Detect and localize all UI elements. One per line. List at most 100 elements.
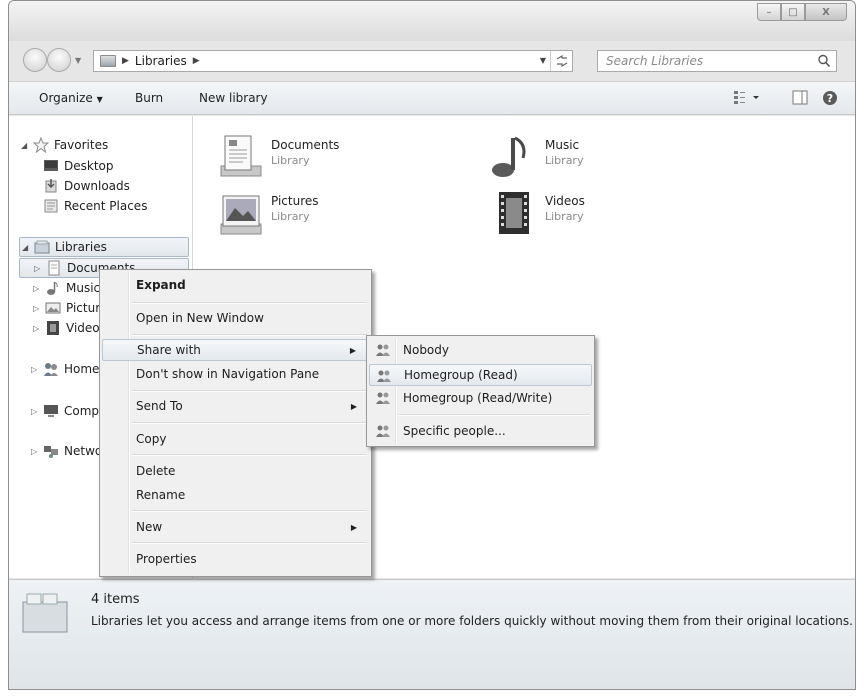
address-bar[interactable]: ▶ Libraries ▶ ▼ xyxy=(93,50,573,72)
forward-button[interactable] xyxy=(47,48,71,72)
menu-item-rename[interactable]: Rename xyxy=(102,484,369,506)
menu-item-delete[interactable]: Delete xyxy=(102,460,369,482)
context-menu: Expand Open in New Window Share with ▶ D… xyxy=(99,269,372,577)
address-dropdown-icon[interactable]: ▼ xyxy=(540,56,546,65)
collapse-arrow-icon[interactable]: ▷ xyxy=(31,447,43,456)
view-options-icon xyxy=(734,91,759,104)
breadcrumb-arrow-icon[interactable]: ▶ xyxy=(193,56,200,66)
libraries-large-icon xyxy=(22,593,68,633)
share-with-submenu: Nobody Homegroup (Read) Homegroup (Read/… xyxy=(366,335,595,447)
library-music[interactable]: Music Library xyxy=(489,134,583,180)
menu-item-new[interactable]: New ▶ xyxy=(102,516,369,538)
library-videos[interactable]: Videos Library xyxy=(489,190,585,236)
breadcrumb-arrow-icon[interactable]: ▶ xyxy=(122,56,129,66)
homegroup-readwrite-label: Homegroup (Read/Write) xyxy=(403,391,553,405)
library-name: Music xyxy=(545,138,580,152)
close-button[interactable]: X xyxy=(805,3,847,21)
collapse-arrow-icon[interactable]: ▷ xyxy=(34,264,46,273)
libraries-icon xyxy=(34,240,50,254)
nav-favorites[interactable]: ◢ Favorites xyxy=(21,135,108,155)
library-pictures[interactable]: Pictures Library xyxy=(215,190,319,236)
libraries-address-icon xyxy=(100,55,116,67)
recent-pages-dropdown-icon[interactable]: ▼ xyxy=(75,56,81,65)
organize-dropdown-icon: ▼ xyxy=(96,95,103,104)
back-button[interactable] xyxy=(23,48,47,72)
collapse-arrow-icon[interactable]: ▷ xyxy=(33,324,45,333)
menu-item-share-with[interactable]: Share with ▶ xyxy=(102,339,369,361)
submenu-item-nobody[interactable]: Nobody xyxy=(369,339,592,361)
specific-people-label: Specific people... xyxy=(403,424,506,438)
collapse-arrow-icon[interactable]: ▷ xyxy=(31,365,43,374)
people-icon xyxy=(376,392,390,404)
nav-music-label: Music xyxy=(66,281,101,295)
breadcrumb-libraries[interactable]: Libraries xyxy=(135,54,187,68)
nav-music[interactable]: ▷ Music xyxy=(33,278,100,298)
close-icon: X xyxy=(822,6,830,18)
nav-libraries-label: Libraries xyxy=(55,240,107,254)
new-label: New xyxy=(136,520,163,534)
homegroup-read-label: Homegroup (Read) xyxy=(404,368,518,382)
people-icon xyxy=(377,370,391,382)
search-input[interactable]: Search Libraries xyxy=(597,50,837,72)
libraries-description: Libraries let you access and arrange ite… xyxy=(91,614,853,628)
library-documents[interactable]: Documents Library xyxy=(215,134,339,180)
help-button[interactable]: ? xyxy=(821,89,839,110)
expand-arrow-icon[interactable]: ◢ xyxy=(22,243,34,252)
refresh-button[interactable] xyxy=(550,51,572,71)
library-type: Library xyxy=(545,154,584,167)
search-placeholder: Search Libraries xyxy=(606,54,704,68)
nav-downloads[interactable]: Downloads xyxy=(43,176,130,196)
menu-item-dont-show[interactable]: Don't show in Navigation Pane xyxy=(102,363,369,385)
library-name: Documents xyxy=(271,138,340,152)
submenu-item-specific-people[interactable]: Specific people... xyxy=(369,420,592,442)
menu-item-expand[interactable]: Expand xyxy=(102,274,369,296)
submenu-item-homegroup-read[interactable]: Homegroup (Read) xyxy=(369,364,592,386)
preview-pane-button[interactable] xyxy=(791,89,809,110)
videos-library-icon xyxy=(499,192,529,234)
computer-icon xyxy=(44,405,58,417)
change-view-button[interactable] xyxy=(733,89,763,110)
maximize-button[interactable]: □ xyxy=(781,3,805,21)
menu-item-copy[interactable]: Copy xyxy=(102,428,369,450)
nav-desktop-label: Desktop xyxy=(64,159,114,173)
menu-item-send-to[interactable]: Send To ▶ xyxy=(102,395,369,417)
library-name: Pictures xyxy=(271,194,319,208)
homegroup-icon xyxy=(44,363,58,376)
collapse-arrow-icon[interactable]: ▷ xyxy=(33,304,45,313)
submenu-arrow-icon: ▶ xyxy=(349,345,356,355)
nav-recent-places-label: Recent Places xyxy=(64,199,148,213)
details-pane: 4 items Libraries let you access and arr… xyxy=(9,579,855,689)
documents-library-icon xyxy=(220,135,262,177)
documents-icon xyxy=(48,260,60,276)
address-row: ▼ ▶ Libraries ▶ ▼ Search Libraries xyxy=(9,45,855,75)
share-with-label: Share with xyxy=(137,343,201,357)
downloads-icon xyxy=(45,179,57,193)
library-type: Library xyxy=(271,210,310,223)
submenu-item-homegroup-readwrite[interactable]: Homegroup (Read/Write) xyxy=(369,387,592,409)
collapse-arrow-icon[interactable]: ▷ xyxy=(31,407,43,416)
nav-recent-places[interactable]: Recent Places xyxy=(43,196,147,216)
submenu-arrow-icon: ▶ xyxy=(350,401,357,411)
search-icon[interactable] xyxy=(816,53,832,69)
nav-videos[interactable]: ▷ Videos xyxy=(33,318,106,338)
expand-arrow-icon[interactable]: ◢ xyxy=(21,141,33,150)
desktop-icon xyxy=(44,160,58,171)
menu-item-properties[interactable]: Properties xyxy=(102,548,369,570)
preview-pane-icon xyxy=(792,90,808,105)
new-library-button[interactable]: New library xyxy=(199,91,268,105)
refresh-icon xyxy=(556,55,567,67)
recent-places-icon xyxy=(44,199,58,213)
pictures-library-icon xyxy=(220,195,262,235)
burn-button[interactable]: Burn xyxy=(135,91,163,105)
nobody-label: Nobody xyxy=(403,343,449,357)
nav-libraries[interactable]: ◢ Libraries xyxy=(19,237,189,257)
minimize-button[interactable]: – xyxy=(757,3,781,21)
nav-desktop[interactable]: Desktop xyxy=(43,156,114,176)
maximize-icon: □ xyxy=(788,6,798,18)
library-type: Library xyxy=(271,154,310,167)
people-icon xyxy=(376,344,390,356)
organize-button[interactable]: Organize ▼ xyxy=(39,91,103,105)
collapse-arrow-icon[interactable]: ▷ xyxy=(33,284,45,293)
videos-icon xyxy=(47,321,59,335)
menu-item-open-new-window[interactable]: Open in New Window xyxy=(102,307,369,329)
